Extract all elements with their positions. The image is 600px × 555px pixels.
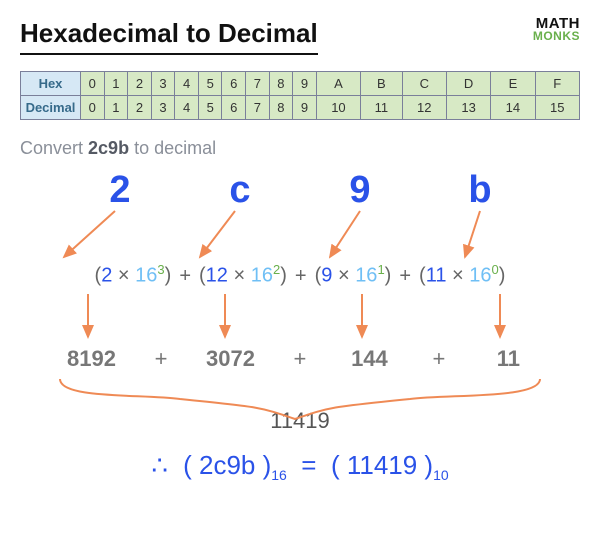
hex-cell: 3 xyxy=(151,72,175,96)
hex-cell: 1 xyxy=(104,72,128,96)
exp: 3 xyxy=(157,262,164,277)
hex-cell: 0 xyxy=(81,72,105,96)
expansion-row: (2 × 163) + (12 × 162) + (9 × 161) + (11… xyxy=(20,262,580,288)
hex-cell: F xyxy=(535,72,579,96)
products-row: 8192 + 3072 + 144 + 11 xyxy=(20,346,580,372)
dec-cell: 0 xyxy=(81,96,105,120)
dec-cell: 11 xyxy=(361,96,403,120)
dec-cell: 14 xyxy=(491,96,535,120)
dec-cell: 10 xyxy=(316,96,360,120)
dec-cell: 7 xyxy=(246,96,270,120)
conversion-table: Hex 0 1 2 3 4 5 6 7 8 9 A B C D E F Deci… xyxy=(20,71,580,120)
hex-digit: c xyxy=(210,169,270,212)
hex-cell: B xyxy=(361,72,403,96)
hex-cell: D xyxy=(446,72,490,96)
hex-cell: 7 xyxy=(246,72,270,96)
product: 11 xyxy=(468,346,548,372)
hex-cell: 9 xyxy=(293,72,317,96)
logo-bottom: MONKS xyxy=(533,31,580,41)
term: (2 × 163) xyxy=(95,262,172,288)
dec-cell: 15 xyxy=(535,96,579,120)
coef: 12 xyxy=(206,265,228,287)
base: 16 xyxy=(135,265,157,287)
sum: 11419 xyxy=(20,408,580,434)
base: 16 xyxy=(251,265,273,287)
hex-row: Hex 0 1 2 3 4 5 6 7 8 9 A B C D E F xyxy=(21,72,580,96)
conclusion: ∴ ( 2c9b )16 = ( 11419 )10 xyxy=(20,450,580,483)
dec-cell: 3 xyxy=(151,96,175,120)
hex-cell: 5 xyxy=(198,72,222,96)
hex-cell: C xyxy=(402,72,446,96)
hex-digit: b xyxy=(450,169,510,212)
coef: 11 xyxy=(426,265,447,287)
rhs-value: 11419 xyxy=(347,450,417,480)
times: × xyxy=(233,265,245,287)
base: 16 xyxy=(469,265,491,287)
prompt-value: 2c9b xyxy=(88,138,129,158)
dec-cell: 5 xyxy=(198,96,222,120)
hex-digit: 2 xyxy=(90,169,150,212)
logo: MATH MONKS xyxy=(533,18,580,41)
times: × xyxy=(452,265,464,287)
hex-cell: 8 xyxy=(269,72,293,96)
lhs-sub: 16 xyxy=(271,467,287,483)
dec-cell: 2 xyxy=(128,96,152,120)
prompt: Convert 2c9b to decimal xyxy=(20,138,580,159)
arrow-icon xyxy=(330,211,360,257)
plus: + xyxy=(399,265,411,288)
dec-cell: 4 xyxy=(175,96,199,120)
dec-cell: 6 xyxy=(222,96,246,120)
plus: + xyxy=(179,265,191,288)
exp: 0 xyxy=(492,262,499,277)
hex-cell: 4 xyxy=(175,72,199,96)
arrow-icon xyxy=(465,211,480,257)
dec-label: Decimal xyxy=(21,96,81,120)
hex-cell: 2 xyxy=(128,72,152,96)
arrow-icon xyxy=(200,211,235,257)
lhs: ( 2c9b )16 xyxy=(183,450,287,480)
term: (12 × 162) xyxy=(199,262,287,288)
rhs-sub: 10 xyxy=(433,467,449,483)
dec-cell: 1 xyxy=(104,96,128,120)
hex-cell: A xyxy=(316,72,360,96)
dec-row: Decimal 0 1 2 3 4 5 6 7 8 9 10 11 12 13 … xyxy=(21,96,580,120)
hex-digits-row: 2 c 9 b xyxy=(20,169,580,212)
prompt-lead: Convert xyxy=(20,138,88,158)
hex-cell: E xyxy=(491,72,535,96)
hex-cell: 6 xyxy=(222,72,246,96)
work-area: 2 c 9 b (2 × 163) + (12 × 162) + (9 × 16… xyxy=(20,169,580,519)
dec-cell: 12 xyxy=(402,96,446,120)
term: (9 × 161) xyxy=(315,262,392,288)
exp: 1 xyxy=(377,262,384,277)
prompt-tail: to decimal xyxy=(129,138,216,158)
dec-cell: 13 xyxy=(446,96,490,120)
plus: + xyxy=(294,346,307,372)
hex-digit: 9 xyxy=(330,169,390,212)
times: × xyxy=(118,265,130,287)
product: 144 xyxy=(329,346,409,372)
therefore-symbol: ∴ xyxy=(151,450,168,480)
dec-cell: 9 xyxy=(293,96,317,120)
rhs: ( 11419 )10 xyxy=(331,450,449,480)
arrow-icon xyxy=(64,211,115,257)
coef: 9 xyxy=(321,265,332,287)
product: 8192 xyxy=(52,346,132,372)
coef: 2 xyxy=(101,265,112,287)
term: (11 × 160) xyxy=(419,262,505,288)
plus: + xyxy=(155,346,168,372)
page-title: Hexadecimal to Decimal xyxy=(20,18,318,55)
plus: + xyxy=(295,265,307,288)
plus: + xyxy=(432,346,445,372)
base: 16 xyxy=(355,265,377,287)
hex-label: Hex xyxy=(21,72,81,96)
times: × xyxy=(338,265,350,287)
dec-cell: 8 xyxy=(269,96,293,120)
equals: = xyxy=(301,450,316,480)
lhs-value: 2c9b xyxy=(199,450,255,480)
product: 3072 xyxy=(190,346,270,372)
